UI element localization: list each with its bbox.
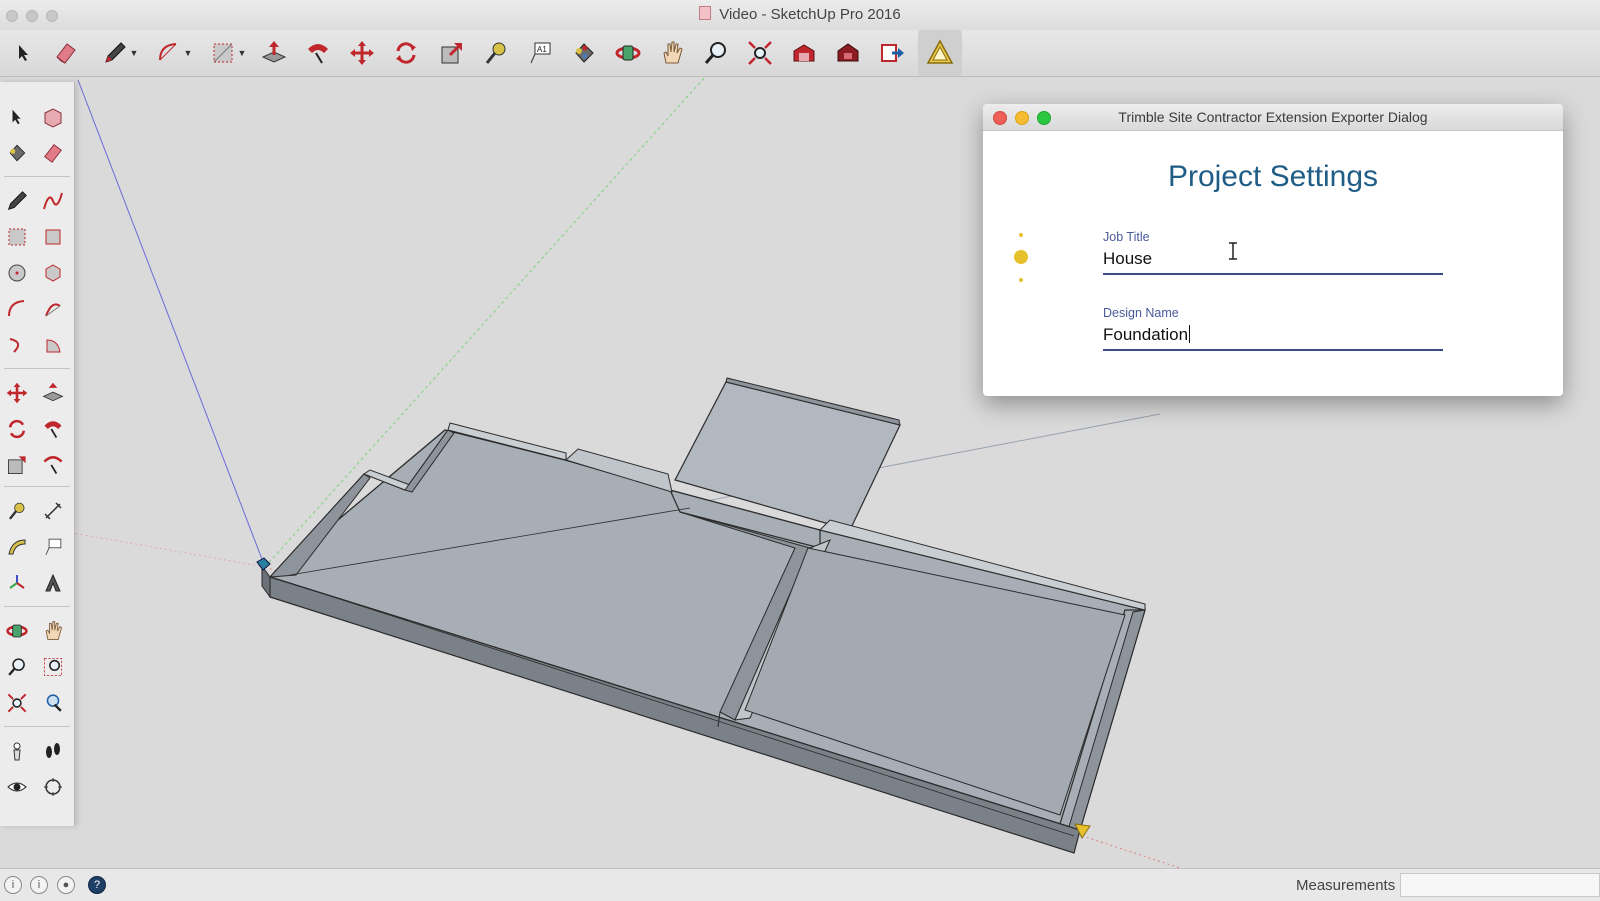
main-toolbar: ▼ ▼ ▼ A1 [0,30,1600,77]
design-name-label: Design Name [1103,306,1179,320]
make-component-icon[interactable] [38,102,68,132]
status-bar: i i ● ? Measurements [0,868,1600,901]
rotate-tool-icon[interactable] [388,35,424,71]
arc-tool-icon[interactable]: ▼ [150,35,198,71]
polygon-tool-icon[interactable] [38,258,68,288]
dialog-title-bar[interactable]: Trimble Site Contractor Extension Export… [983,104,1563,131]
job-title-label: Job Title [1103,230,1150,244]
dimension-tool-icon[interactable] [38,496,68,526]
trimble-exporter-icon[interactable] [918,30,962,76]
rectangle-tool-icon[interactable]: ▼ [204,35,252,71]
three-point-arc-tool-icon[interactable] [2,330,32,360]
credits-icon[interactable]: i [30,876,48,894]
svg-text:A1: A1 [537,45,547,54]
job-title-field: Job Title House [1103,230,1443,275]
axes-tool-icon[interactable] [2,568,32,598]
pan-tool-icon[interactable] [38,616,68,646]
two-point-arc-tool-icon[interactable] [38,294,68,324]
warehouse-icon[interactable] [786,35,822,71]
select-tool-icon[interactable] [2,102,32,132]
exporter-dialog: Trimble Site Contractor Extension Export… [983,104,1563,396]
text-tool-icon[interactable] [38,532,68,562]
measurements-label: Measurements [1296,877,1396,894]
design-name-field: Design Name Foundation [1103,306,1443,351]
design-name-input[interactable]: Foundation [1103,320,1443,351]
paint-bucket-tool-icon[interactable] [566,35,602,71]
origin-marker [256,557,271,571]
scale-tool-icon[interactable] [434,35,470,71]
freehand-tool-icon[interactable] [38,186,68,216]
text-caret [1189,325,1191,343]
line-tool-icon[interactable] [2,186,32,216]
extension-warehouse-icon[interactable] [830,35,866,71]
app-title-bar: Video - SketchUp Pro 2016 [0,0,1600,30]
pie-tool-icon[interactable] [38,330,68,360]
step-dot-active-icon [1014,250,1028,264]
look-around-icon[interactable] [2,772,32,802]
select-tool-icon[interactable] [6,35,42,71]
follow-me-tool-icon[interactable] [38,414,68,444]
job-title-value: House [1103,249,1153,268]
measurements-input[interactable] [1400,873,1600,897]
pencil-tool-icon[interactable]: ▼ [96,35,144,71]
tape-measure-tool-icon[interactable] [2,496,32,526]
move-tool-icon[interactable] [344,35,380,71]
section-plane-icon[interactable] [38,772,68,802]
layout-send-icon[interactable] [874,35,910,71]
position-camera-icon[interactable] [2,736,32,766]
rotated-rectangle-tool-icon[interactable] [38,222,68,252]
circle-tool-icon[interactable] [2,258,32,288]
pan-tool-icon[interactable] [654,35,690,71]
push-pull-tool-icon[interactable] [256,35,292,71]
protractor-tool-icon[interactable] [2,532,32,562]
orbit-tool-icon[interactable] [610,35,646,71]
geo-location-icon[interactable]: i [4,876,22,894]
push-pull-tool-icon[interactable] [38,378,68,408]
step-dot-icon [1019,233,1023,237]
paint-bucket-tool-icon[interactable] [2,138,32,168]
orbit-tool-icon[interactable] [2,616,32,646]
zoom-tool-icon[interactable] [2,652,32,682]
dialog-title: Trimble Site Contractor Extension Export… [1118,109,1428,125]
rotate-tool-icon[interactable] [2,414,32,444]
window-title: Video - SketchUp Pro 2016 [0,6,1600,23]
ibeam-cursor-icon [1229,242,1237,260]
eraser-tool-icon[interactable] [48,35,84,71]
large-tool-set-palette [0,82,75,826]
previous-view-icon[interactable] [38,688,68,718]
zoom-tool-icon[interactable] [698,35,734,71]
walk-tool-icon[interactable] [38,736,68,766]
follow-me-tool-icon[interactable] [300,35,336,71]
user-account-icon[interactable]: ● [57,876,75,894]
document-icon [699,6,712,20]
blue-axis-line [77,79,266,568]
arc-tool-icon[interactable] [2,294,32,324]
help-icon[interactable]: ? [88,876,106,894]
step-dot-icon [1019,278,1023,282]
zoom-extents-tool-icon[interactable] [2,688,32,718]
zoom-extents-tool-icon[interactable] [742,35,778,71]
eraser-tool-icon[interactable] [38,138,68,168]
window-title-text: Video - SketchUp Pro 2016 [719,6,901,23]
job-title-input[interactable]: House [1103,244,1443,275]
scale-tool-icon[interactable] [2,450,32,480]
tape-measure-tool-icon[interactable] [478,35,514,71]
move-tool-icon[interactable] [2,378,32,408]
text-tool-icon[interactable]: A1 [522,35,558,71]
3d-text-tool-icon[interactable] [38,568,68,598]
project-settings-heading: Project Settings [1167,160,1379,193]
offset-tool-icon[interactable] [38,450,68,480]
zoom-window-tool-icon[interactable] [38,652,68,682]
design-name-value: Foundation [1103,325,1189,344]
rectangle-tool-icon[interactable] [2,222,32,252]
